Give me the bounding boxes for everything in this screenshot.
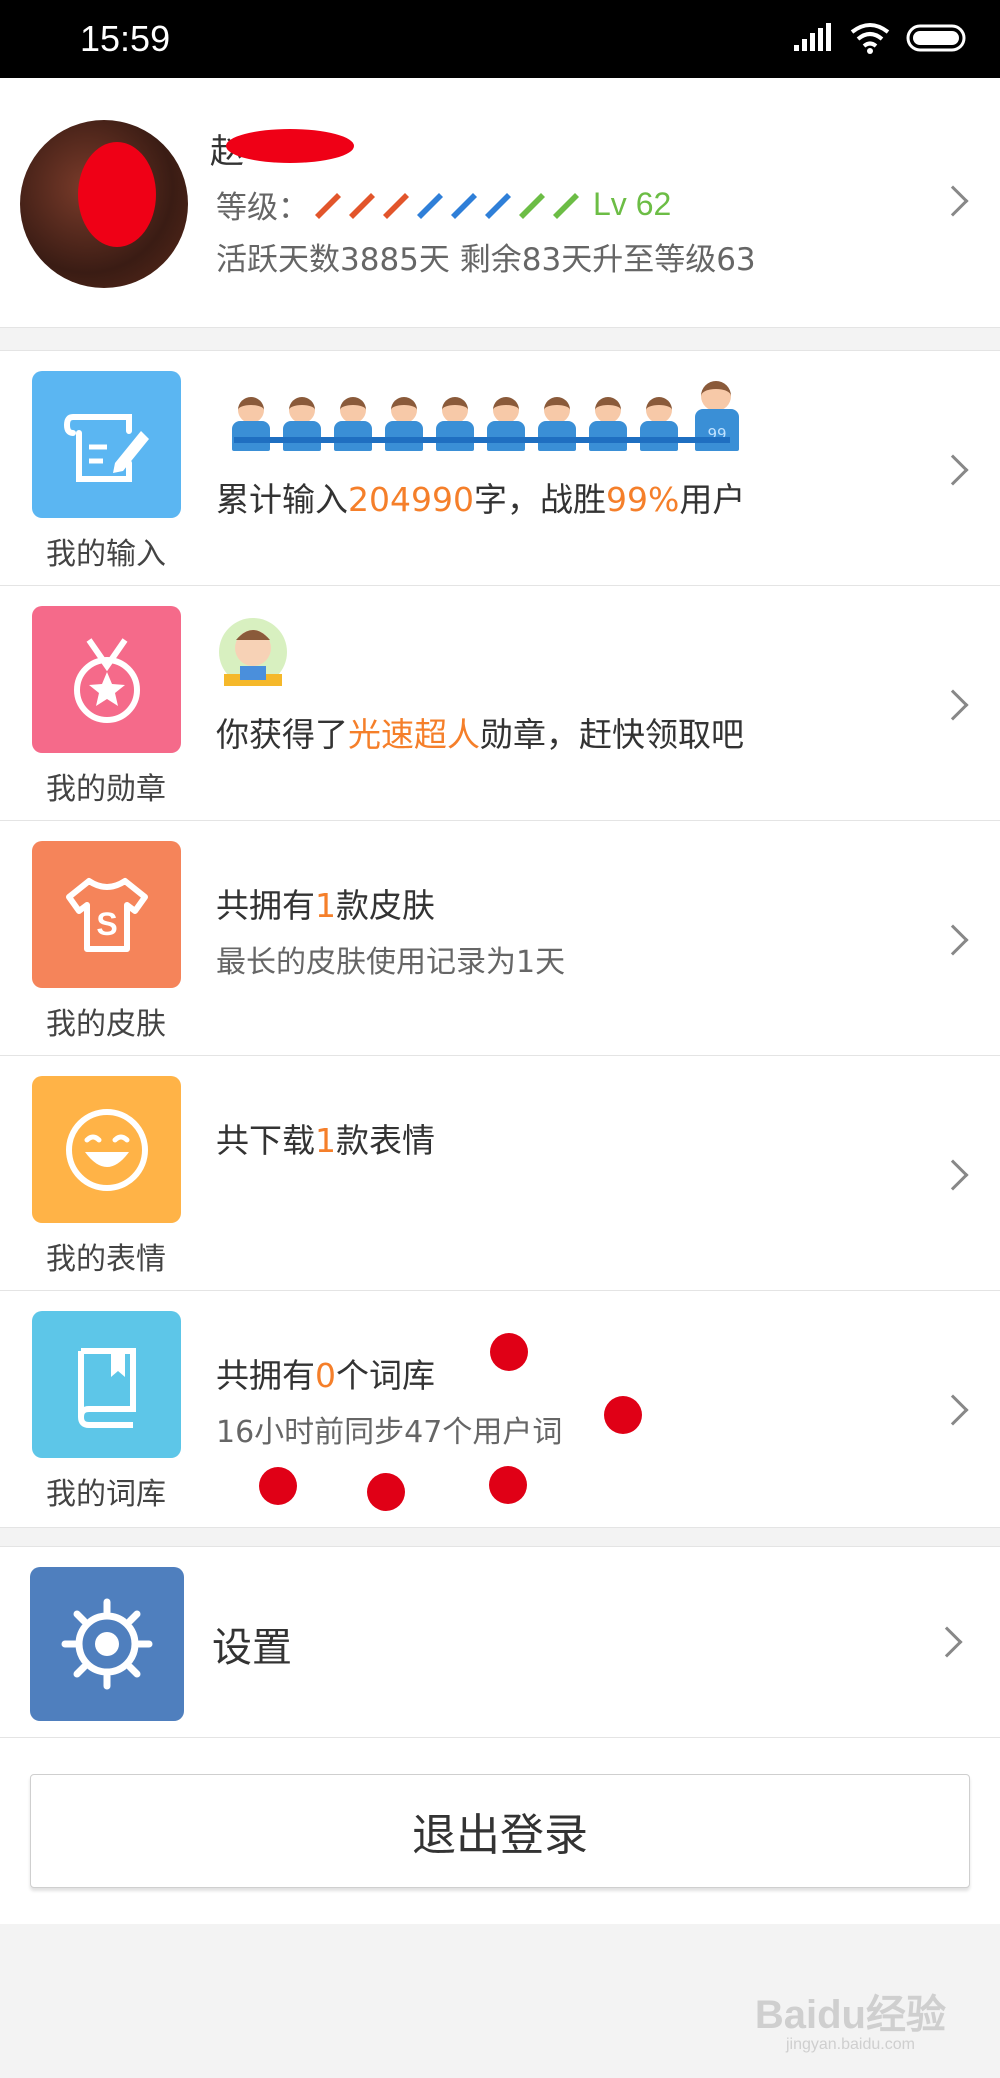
- watermark-sub: jingyan.baidu.com: [785, 2036, 915, 2053]
- menu-label-medal: 我的勋章: [46, 772, 166, 807]
- status-time: 15:59: [80, 18, 171, 59]
- chevron-right-icon: [937, 1394, 969, 1426]
- battery-icon: [906, 24, 966, 52]
- watermark-text: Baidu经验: [754, 1993, 946, 2037]
- gear-icon: [61, 1598, 153, 1690]
- active-days-text: 活跃天数3885天 剩余83天升至等级63: [216, 242, 756, 278]
- menu-item-medal[interactable]: 我的勋章 你获得了光速超人勋章，赶快领取吧: [0, 586, 1000, 821]
- svg-text:S: S: [96, 906, 117, 942]
- settings-item[interactable]: 设置: [0, 1546, 1000, 1738]
- dictionary-subtitle: 16小时前同步47个用户词: [216, 1415, 563, 1450]
- menu-label-input: 我的输入: [46, 537, 166, 572]
- name-redaction: [226, 129, 354, 163]
- dictionary-summary: 共拥有0个词库: [216, 1356, 435, 1395]
- ranking-bench: [234, 437, 730, 443]
- menu-label-dictionary: 我的词库: [46, 1477, 166, 1512]
- level-value: Lv 62: [593, 186, 672, 222]
- medal-summary: 你获得了光速超人勋章，赶快领取吧: [216, 715, 744, 754]
- logout-button[interactable]: 退出登录: [30, 1774, 970, 1888]
- emoji-summary: 共下载1款表情: [216, 1121, 435, 1160]
- logout-area: 退出登录: [0, 1738, 1000, 1924]
- menu-label-skin: 我的皮肤: [46, 1007, 166, 1042]
- edit-document-icon: [63, 413, 149, 482]
- menu-item-input[interactable]: 我的输入 99 累计输入204990字，战胜99%用户: [0, 351, 1000, 586]
- level-row: 等级： Lv 62: [216, 182, 671, 227]
- red-dot: [489, 1466, 527, 1504]
- rank-badge: 99: [695, 409, 739, 451]
- settings-label: 设置: [212, 1625, 292, 1671]
- tshirt-icon: S: [65, 877, 148, 952]
- feature-menu: 我的输入 99 累计输入204990字，战胜99%用户 我的勋章 你获得了光速超…: [0, 350, 1000, 1528]
- medal-icon: [73, 637, 140, 723]
- skin-subtitle: 最长的皮肤使用记录为1天: [216, 945, 566, 980]
- input-summary: 累计输入204990字，战胜99%用户: [216, 480, 746, 519]
- red-dot: [604, 1396, 642, 1434]
- menu-label-emoji: 我的表情: [46, 1242, 166, 1277]
- level-label: 等级：: [216, 190, 309, 226]
- book-icon: [77, 1347, 136, 1428]
- chevron-right-icon: [937, 454, 969, 486]
- menu-icon-medal: [32, 606, 181, 753]
- chevron-right-icon: [937, 689, 969, 721]
- wifi-icon: [850, 23, 890, 54]
- menu-icon-input: [32, 371, 181, 518]
- menu-item-skin[interactable]: S 我的皮肤 共拥有1款皮肤 最长的皮肤使用记录为1天: [0, 821, 1000, 1056]
- avatar[interactable]: [20, 120, 188, 288]
- level-pencils-icon: [311, 191, 581, 219]
- chevron-right-icon: [937, 1159, 969, 1191]
- smile-icon: [65, 1108, 148, 1191]
- menu-icon-skin: S: [32, 841, 181, 988]
- menu-item-emoji[interactable]: 我的表情 共下载1款表情: [0, 1056, 1000, 1291]
- baby-medal-icon: [219, 618, 287, 686]
- menu-item-dictionary[interactable]: 我的词库 共拥有0个词库 16小时前同步47个用户词: [0, 1291, 1000, 1526]
- red-dot: [490, 1333, 528, 1371]
- baidu-watermark-logo: Baidu经验 jingyan.baidu.com: [755, 1982, 946, 2054]
- status-bar: 15:59: [0, 0, 1000, 78]
- red-dot: [367, 1473, 405, 1511]
- status-icons: [794, 22, 970, 54]
- red-dot: [259, 1467, 297, 1505]
- menu-icon-settings: [30, 1567, 184, 1721]
- chevron-right-icon: [937, 924, 969, 956]
- signal-icon: [794, 23, 831, 51]
- skin-summary: 共拥有1款皮肤: [216, 886, 435, 925]
- menu-icon-dictionary: [32, 1311, 181, 1458]
- menu-icon-emoji: [32, 1076, 181, 1223]
- chevron-right-icon: [937, 185, 969, 217]
- chevron-right-icon: [931, 1626, 963, 1658]
- profile-card[interactable]: 赵 等级： Lv 62 活跃天数3885天 剩余83天升至等级63: [0, 78, 1000, 328]
